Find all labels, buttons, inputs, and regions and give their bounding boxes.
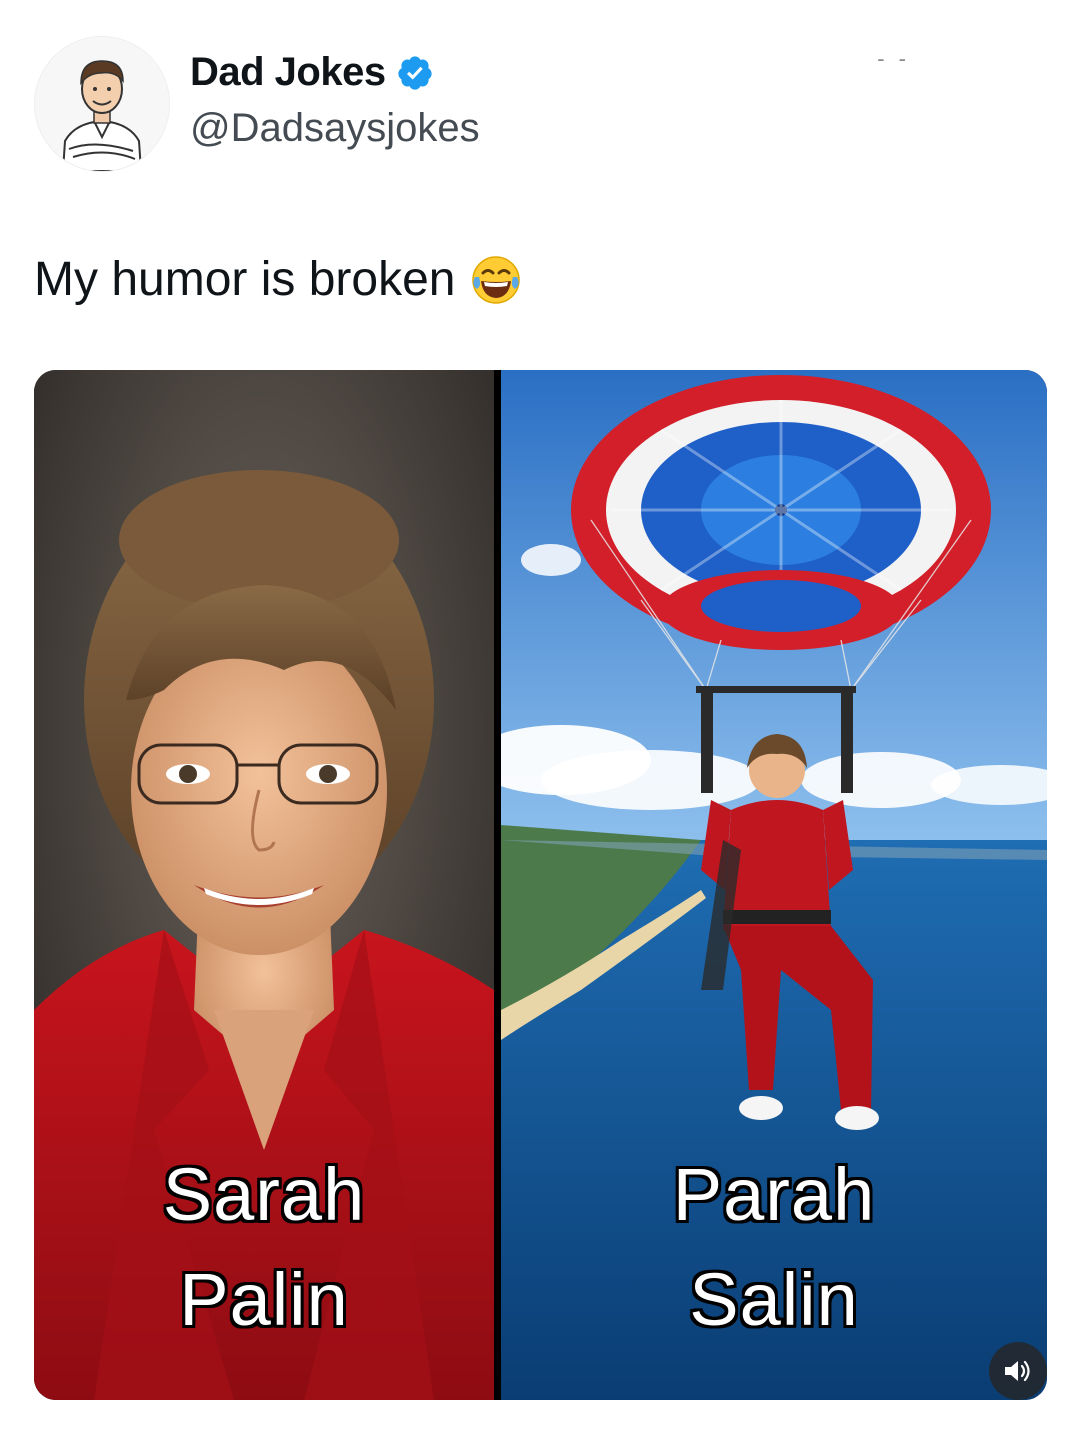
parasailing-photo: Parah Salin: [501, 370, 1047, 1400]
author-handle[interactable]: @Dadsaysjokes: [190, 106, 480, 151]
cartoon-man-avatar-icon: [35, 37, 169, 171]
author-display-name[interactable]: Dad Jokes: [190, 50, 434, 95]
right-caption-line-2: Salin: [689, 1258, 859, 1342]
more-options-button[interactable]: - -: [877, 46, 910, 72]
verified-badge-icon: [397, 55, 432, 90]
face-with-tears-of-joy-icon: [472, 255, 521, 304]
right-caption-line-1: Parah: [672, 1153, 876, 1236]
portrait-photo: Sarah Palin: [34, 370, 494, 1400]
tweet-media[interactable]: Sarah Palin Parah Salin: [34, 370, 1047, 1400]
display-name-text: Dad Jokes: [190, 50, 386, 94]
speaker-volume-icon: [1005, 1360, 1030, 1382]
author-avatar[interactable]: [34, 36, 170, 172]
left-caption-line-2: Palin: [179, 1258, 349, 1342]
volume-button[interactable]: [989, 1342, 1047, 1400]
tweet-card: Dad Jokes @Dadsaysjokes - - My humor is …: [0, 0, 1080, 1438]
left-caption: Sarah Palin: [34, 1142, 494, 1352]
tweet-text: My humor is broken: [34, 252, 523, 307]
tweet-text-content: My humor is broken: [34, 253, 456, 306]
right-caption: Parah Salin: [501, 1142, 1047, 1352]
left-caption-line-1: Sarah: [162, 1153, 366, 1236]
